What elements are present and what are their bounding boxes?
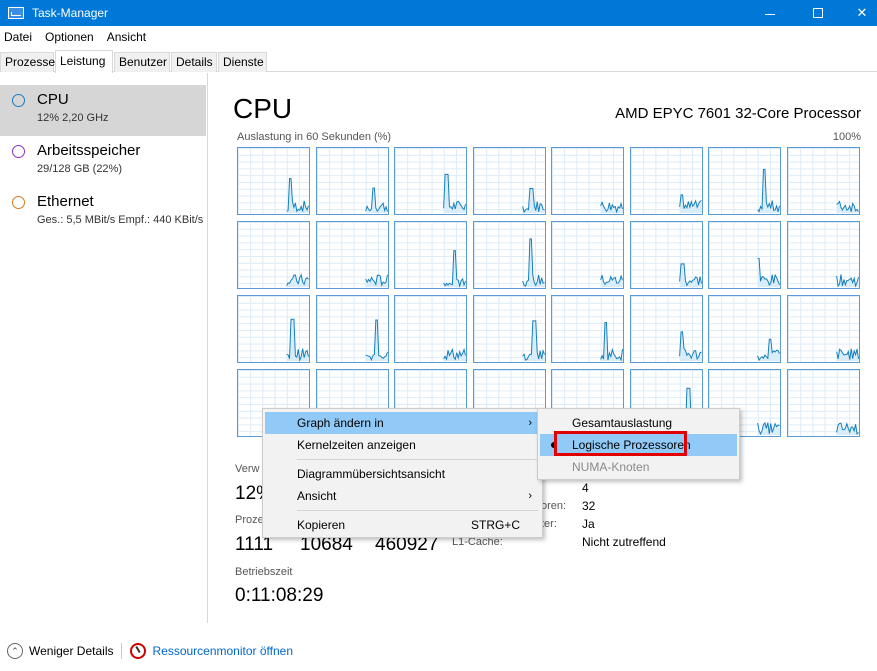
window-title: Task-Manager <box>32 6 109 20</box>
title-bar: Task-Manager ✕ <box>0 0 877 26</box>
sockets-value: 4 <box>582 481 589 495</box>
copy-shortcut: STRG+C <box>470 518 520 532</box>
close-icon: ✕ <box>856 5 868 20</box>
tab-leistung[interactable]: Leistung <box>55 50 113 73</box>
logical-processor-graph <box>786 221 860 289</box>
sidebar-item-ethernet[interactable]: Ethernet Ges.: 5,5 MBit/s Empf.: 440 KBi… <box>0 187 206 238</box>
logical-processor-graph <box>629 295 703 363</box>
virtualization-value: Ja <box>582 517 595 531</box>
cpu-indicator-icon <box>12 94 25 107</box>
tab-benutzer[interactable]: Benutzer <box>114 52 170 72</box>
performance-panel: CPU AMD EPYC 7601 32-Core Processor Ausl… <box>209 73 877 623</box>
logical-processor-graph <box>708 295 781 363</box>
menu-separator <box>297 510 538 511</box>
logical-processor-graph <box>551 147 624 215</box>
menu-item-view[interactable]: Ansicht › <box>265 485 540 507</box>
utilization-label: Verw <box>235 463 260 475</box>
logical-processor-graph <box>237 147 310 215</box>
uptime-label: Betriebszeit <box>235 566 293 578</box>
maximize-button[interactable] <box>795 0 841 26</box>
ethernet-indicator-icon <box>12 196 25 209</box>
logical-processor-graph <box>315 221 389 289</box>
logical-processor-graph <box>472 221 546 289</box>
logical-processor-graph <box>629 221 703 289</box>
chevron-right-icon: › <box>528 490 532 502</box>
sidebar-item-label: CPU <box>37 91 69 108</box>
sidebar-item-memory[interactable]: Arbeitsspeicher 29/128 GB (22%) <box>0 136 206 187</box>
logical-processor-graphs[interactable] <box>237 147 863 439</box>
resource-sidebar: CPU 12% 2,20 GHz Arbeitsspeicher 29/128 … <box>0 73 208 623</box>
logical-processor-graph <box>315 147 389 215</box>
virtualization-label: ter: <box>541 518 557 530</box>
minimize-icon <box>765 13 775 15</box>
fewer-details-button[interactable]: Weniger Details <box>29 644 113 658</box>
memory-indicator-icon <box>12 145 25 158</box>
footer-separator <box>121 643 123 659</box>
submenu-item-numa[interactable]: NUMA-Knoten <box>540 456 737 478</box>
logical-processor-graph <box>786 369 860 437</box>
menu-item-kernel-times[interactable]: Kernelzeiten anzeigen <box>265 434 540 456</box>
logical-processor-graph <box>394 147 467 215</box>
logical-processor-graph <box>551 295 624 363</box>
processes-label: Proze <box>235 514 264 526</box>
sidebar-item-cpu[interactable]: CPU 12% 2,20 GHz <box>0 85 206 136</box>
maximize-icon <box>813 8 823 18</box>
menu-bar: Datei Optionen Ansicht <box>0 26 877 48</box>
menu-ansicht[interactable]: Ansicht <box>103 30 153 44</box>
logical-processor-graph <box>551 221 624 289</box>
tab-prozesse[interactable]: Prozesse <box>0 52 55 72</box>
context-menu: Graph ändern in › Kernelzeiten anzeigen … <box>262 408 543 538</box>
footer: ⌃ Weniger Details Ressourcenmonitor öffn… <box>0 636 877 666</box>
cpu-model: AMD EPYC 7601 32-Core Processor <box>615 105 861 122</box>
tab-details[interactable]: Details <box>171 52 217 72</box>
menu-item-summary-view[interactable]: Diagrammübersichtsansicht <box>265 463 540 485</box>
sidebar-item-sub: Ges.: 5,5 MBit/s Empf.: 440 KBit/s <box>37 214 204 226</box>
page-title: CPU <box>233 93 293 124</box>
logical-processor-graph <box>394 295 467 363</box>
logical-processor-graph <box>708 221 781 289</box>
close-button[interactable]: ✕ <box>839 0 877 26</box>
annotation-highlight-box <box>554 431 687 456</box>
resource-monitor-icon <box>130 643 147 659</box>
graph-max-label: 100% <box>832 131 861 143</box>
menu-item-label: Kopieren <box>297 518 346 532</box>
menu-item-label: Ansicht <box>297 489 337 503</box>
logical-processor-graph <box>629 147 703 215</box>
uptime-value: 0:11:08:29 <box>235 585 324 606</box>
logical-processor-graph <box>708 147 781 215</box>
minimize-button[interactable] <box>747 0 793 26</box>
menu-item-copy[interactable]: Kopieren STRG+C <box>265 514 540 536</box>
logical-processor-graph <box>786 147 860 215</box>
menu-item-change-graph[interactable]: Graph ändern in › <box>265 412 540 434</box>
menu-optionen[interactable]: Optionen <box>41 30 101 44</box>
logical-processor-graph <box>394 221 467 289</box>
menu-item-label: Graph ändern in <box>297 416 384 430</box>
logical-processor-graph <box>315 295 389 363</box>
logical-processor-graph <box>786 295 860 363</box>
resource-monitor-link[interactable]: Ressourcenmonitor öffnen <box>152 644 293 658</box>
logical-processor-graph <box>472 295 546 363</box>
logical-processor-graph <box>237 221 310 289</box>
sidebar-item-label: Ethernet <box>37 193 94 210</box>
menu-separator <box>297 459 538 460</box>
logical-processor-graph <box>237 295 310 363</box>
chevron-right-icon: › <box>528 417 532 429</box>
tab-bar: Prozesse Leistung Benutzer Details Diens… <box>0 50 877 73</box>
cores-label: oren: <box>541 500 567 512</box>
sidebar-item-sub: 12% 2,20 GHz <box>37 112 109 124</box>
cores-value: 32 <box>582 499 596 513</box>
l1-cache-value: Nicht zutreffend <box>582 535 666 549</box>
task-manager-icon <box>8 7 24 19</box>
graph-label: Auslastung in 60 Sekunden (%) <box>237 131 392 143</box>
menu-datei[interactable]: Datei <box>0 30 39 44</box>
sidebar-item-sub: 29/128 GB (22%) <box>37 163 122 175</box>
sidebar-item-label: Arbeitsspeicher <box>37 142 141 159</box>
tab-dienste[interactable]: Dienste <box>218 52 267 72</box>
chevron-up-icon[interactable]: ⌃ <box>7 643 23 659</box>
logical-processor-graph <box>472 147 546 215</box>
